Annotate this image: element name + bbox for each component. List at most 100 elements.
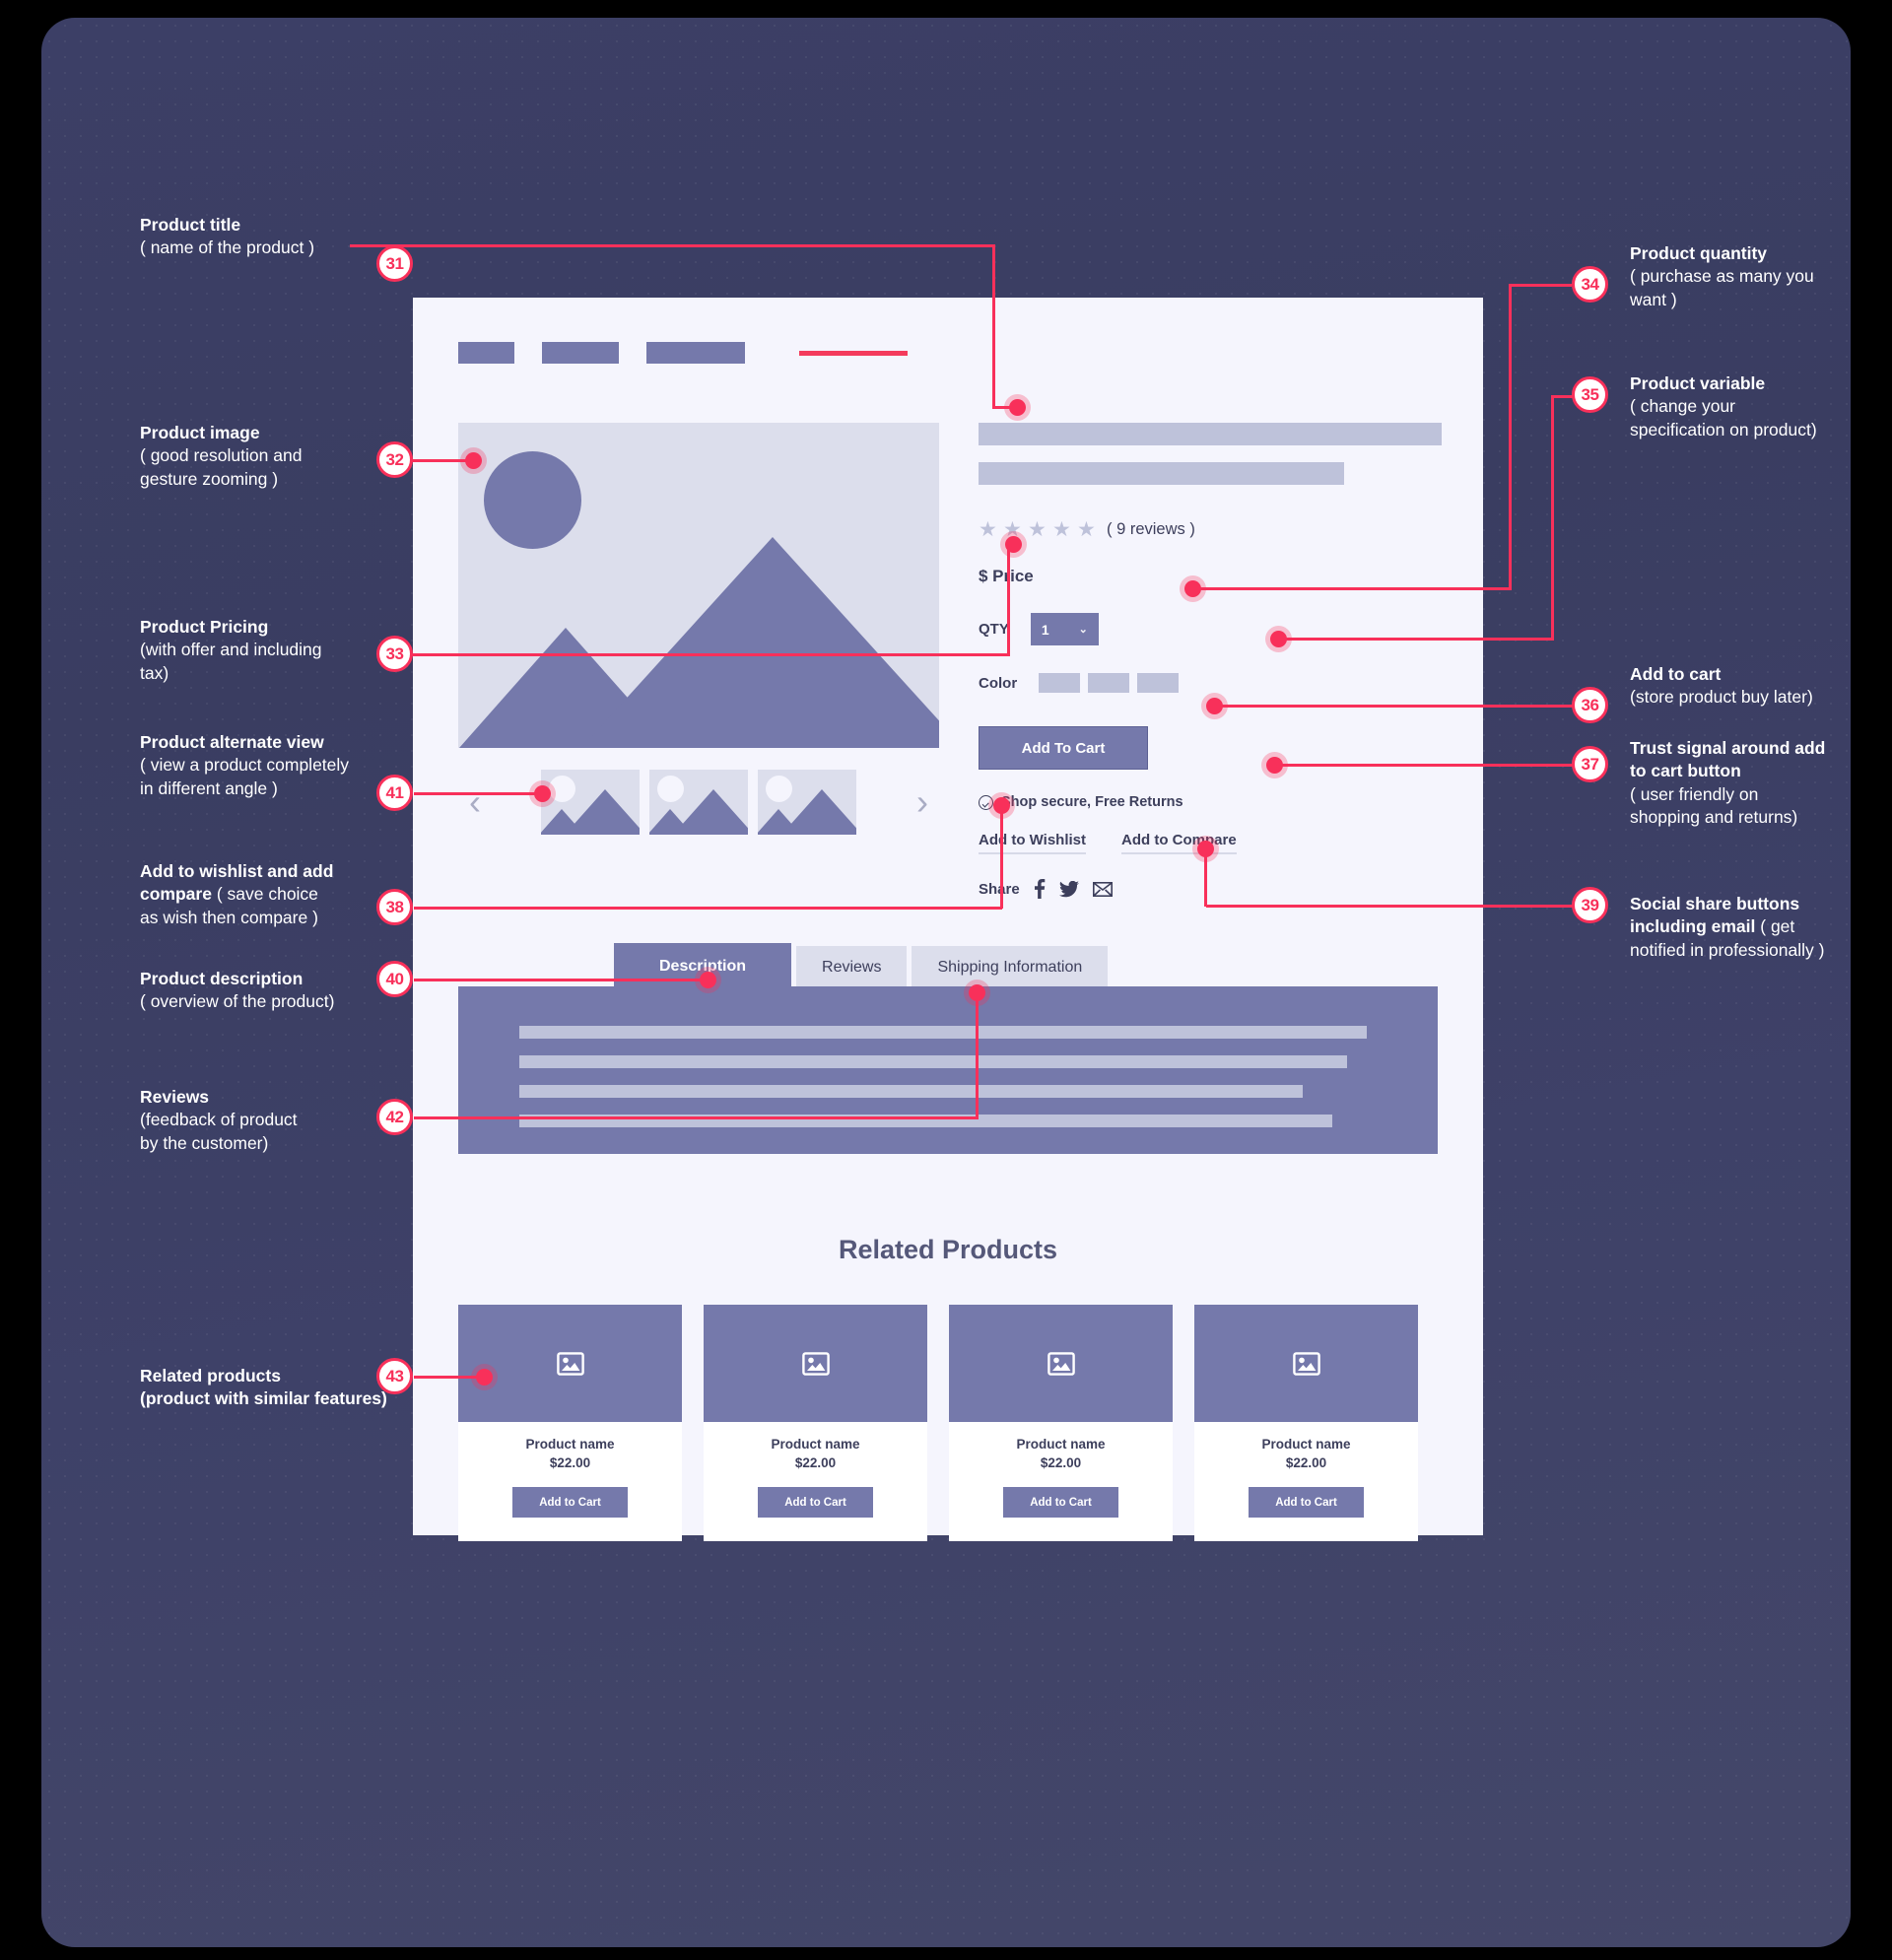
connector-31b [992, 244, 995, 408]
thumbnail-2[interactable] [649, 770, 748, 835]
note-40-title: Product description [140, 969, 304, 988]
related-product-card[interactable]: Product name $22.00 Add to Cart [458, 1305, 682, 1541]
description-line [519, 1026, 1367, 1039]
note-32-title: Product image [140, 423, 260, 442]
add-to-cart-button[interactable]: Add To Cart [979, 726, 1148, 770]
twitter-icon[interactable] [1058, 880, 1079, 898]
star-icon: ★ [1028, 518, 1047, 541]
connector-31 [350, 244, 994, 247]
thumb-mountain-large [673, 789, 748, 835]
related-products-grid: Product name $22.00 Add to Cart Product … [458, 1305, 1438, 1541]
facebook-icon[interactable] [1034, 879, 1046, 899]
note-42: Reviews (feedback of product by the custo… [140, 1086, 367, 1155]
mock-navbar [458, 342, 908, 364]
note-42-title: Reviews [140, 1087, 210, 1107]
note-35: Product variable ( change your specificat… [1630, 372, 1851, 441]
color-swatch[interactable] [1088, 673, 1130, 693]
add-to-wishlist-link[interactable]: Add to Wishlist [979, 832, 1087, 854]
note-34: Product quantity ( purchase as many you w… [1630, 242, 1851, 311]
qty-label: QTY [979, 621, 1009, 638]
nav-pill-1[interactable] [458, 342, 514, 364]
note-37-title: Trust signal around add [1630, 738, 1826, 758]
note-38-line3: as wish then compare ) [140, 907, 318, 927]
check-circle-icon [979, 794, 993, 810]
quantity-row: QTY 1 ⌄ [979, 613, 1442, 645]
badge-40[interactable]: 40 [376, 961, 413, 997]
color-swatches [1039, 673, 1180, 693]
star-icon: ★ [979, 518, 997, 541]
review-count[interactable]: ( 9 reviews ) [1107, 520, 1195, 539]
card-product-name: Product name [1261, 1437, 1351, 1452]
color-swatch[interactable] [1137, 673, 1180, 693]
card-product-price: $22.00 [794, 1455, 837, 1470]
share-label: Share [979, 880, 1020, 898]
badge-32[interactable]: 32 [376, 441, 413, 478]
badge-43[interactable]: 43 [376, 1358, 413, 1394]
card-product-name: Product name [1016, 1437, 1106, 1452]
connector-dot-38 [993, 797, 1010, 814]
nav-pill-2[interactable] [542, 342, 619, 364]
connector-dot-36 [1206, 698, 1223, 714]
tab-shipping-information[interactable]: Shipping Information [912, 946, 1109, 989]
connector-42b [976, 991, 979, 1119]
note-37-desc: ( user friendly on shopping and returns) [1630, 783, 1798, 827]
note-34-title: Product quantity [1630, 243, 1768, 263]
connector-34b [1509, 284, 1512, 589]
card-add-to-cart-button[interactable]: Add to Cart [1003, 1487, 1118, 1518]
thumbnail-3[interactable] [758, 770, 856, 835]
add-to-compare-link[interactable]: Add to Compare [1121, 832, 1237, 854]
connector-dot-42 [969, 984, 985, 1001]
badge-39[interactable]: 39 [1572, 887, 1608, 923]
note-43-desc: (product with similar features) [140, 1388, 387, 1409]
badge-33[interactable]: 33 [376, 636, 413, 672]
note-36-title: Add to cart [1630, 664, 1722, 684]
connector-39 [1206, 905, 1579, 908]
note-33-desc: (with offer and including tax) [140, 640, 322, 683]
thumb-mountain-large [781, 789, 856, 835]
nav-pill-3[interactable] [646, 342, 745, 364]
badge-31[interactable]: 31 [376, 245, 413, 282]
image-placeholder-icon [801, 1351, 830, 1376]
card-add-to-cart-button[interactable]: Add to Cart [512, 1487, 628, 1518]
product-image[interactable] [458, 423, 939, 748]
card-product-name: Product name [771, 1437, 860, 1452]
badge-34[interactable]: 34 [1572, 266, 1608, 303]
card-add-to-cart-button[interactable]: Add to Cart [1249, 1487, 1364, 1518]
note-31-title: Product title [140, 215, 241, 235]
note-32-desc: ( good resolution and gesture zooming ) [140, 445, 303, 489]
badge-38[interactable]: 38 [376, 889, 413, 925]
email-icon[interactable] [1092, 881, 1113, 897]
badge-37[interactable]: 37 [1572, 746, 1608, 782]
connector-33 [388, 653, 1009, 656]
related-product-card[interactable]: Product name $22.00 Add to Cart [704, 1305, 927, 1541]
related-product-card[interactable]: Product name $22.00 Add to Cart [949, 1305, 1173, 1541]
description-content [458, 986, 1438, 1154]
star-rating[interactable]: ★ ★ ★ ★ ★ [979, 518, 1096, 541]
gallery-next-icon[interactable]: › [906, 784, 939, 820]
quantity-select[interactable]: 1 ⌄ [1030, 613, 1099, 645]
badge-41[interactable]: 41 [376, 775, 413, 811]
connector-42 [414, 1116, 978, 1119]
card-add-to-cart-button[interactable]: Add to Cart [758, 1487, 873, 1518]
product-page-mockup: ‹ › ★ ★ ★ ★ ★ (9 reviews) $ Price QTY … [413, 298, 1483, 1541]
note-38: Add to wishlist and add compare ( save c… [140, 860, 391, 929]
badge-42[interactable]: 42 [376, 1099, 413, 1135]
thumbnail-gallery: ‹ › [458, 764, 939, 841]
note-35-desc: ( change your specification on product) [1630, 396, 1817, 439]
gallery-prev-icon[interactable]: ‹ [458, 784, 492, 820]
rating-row: ★ ★ ★ ★ ★ ( 9 reviews ) [979, 518, 1442, 541]
card-product-price: $22.00 [1285, 1455, 1327, 1470]
connector-40 [414, 979, 708, 981]
color-swatch[interactable] [1039, 673, 1081, 693]
related-product-card[interactable]: Product name $22.00 Add to Cart [1194, 1305, 1418, 1541]
thumbnail-1[interactable] [541, 770, 640, 835]
note-42-desc: (feedback of product by the customer) [140, 1110, 298, 1153]
note-41: Product alternate view ( view a product … [140, 731, 396, 800]
connector-35b [1551, 395, 1554, 640]
badge-36[interactable]: 36 [1572, 687, 1608, 723]
card-product-price: $22.00 [1040, 1455, 1082, 1470]
tab-reviews[interactable]: Reviews [796, 946, 908, 989]
badge-35[interactable]: 35 [1572, 376, 1608, 413]
connector-dot-43 [476, 1369, 493, 1386]
note-40-desc: ( overview of the product) [140, 991, 335, 1012]
